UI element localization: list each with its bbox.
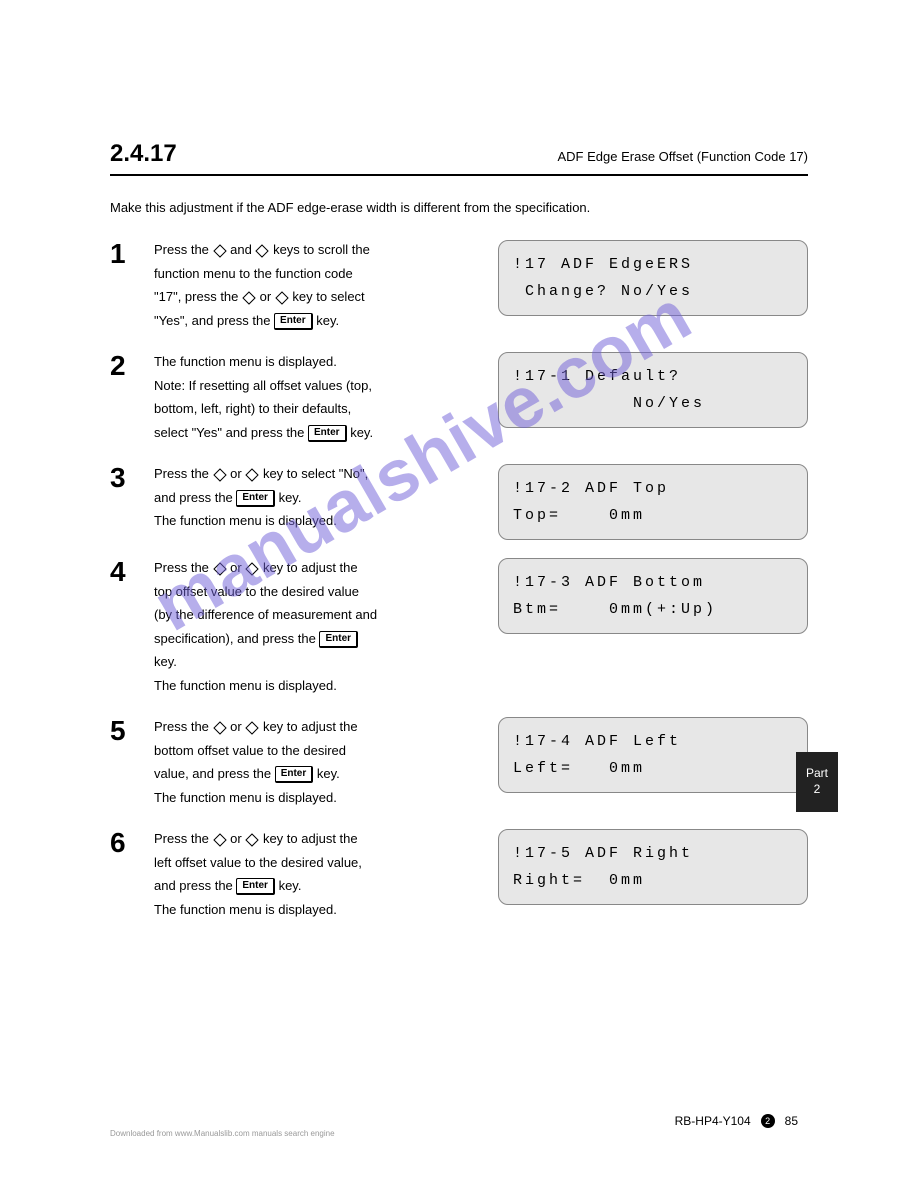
step-line: The function menu is displayed.	[154, 352, 484, 372]
step-line: value, and press the Enter key.	[154, 764, 484, 784]
step-text: Press the and keys to scroll the function…	[154, 240, 484, 334]
step-row: 2 The function menu is displayed. Note: If…	[110, 352, 808, 446]
diamond-key-icon	[213, 468, 227, 482]
enter-key-icon: Enter	[319, 631, 358, 648]
lcd-screen: !17-3 ADF Bottom Btm= 0mm(+:Up)	[498, 558, 808, 634]
lcd-screen: !17 ADF EdgeERS Change? No/Yes	[498, 240, 808, 316]
step-line: (by the difference of measurement and	[154, 605, 484, 625]
diamond-key-icon	[245, 833, 259, 847]
page-header: 2.4.17 ADF Edge Erase Offset (Function C…	[110, 140, 808, 176]
diamond-key-icon	[242, 291, 256, 305]
step-text: Press the or key to adjust the left offse…	[154, 829, 484, 923]
step-line: Press the or key to adjust the	[154, 558, 484, 578]
enter-key-icon: Enter	[308, 425, 347, 442]
diamond-key-icon	[245, 562, 259, 576]
lcd-screen: !17-5 ADF Right Right= 0mm	[498, 829, 808, 905]
diamond-key-icon	[245, 468, 259, 482]
diamond-key-icon	[213, 562, 227, 576]
step-row: 3 Press the or key to select "No", and pre…	[110, 464, 808, 540]
step-number: 2	[110, 352, 140, 380]
step-display: !17-1 Default? No/Yes	[498, 352, 808, 428]
step-row: 1 Press the and keys to scroll the functio…	[110, 240, 808, 334]
step-display: !17-4 ADF Left Left= 0mm	[498, 717, 808, 793]
step-line: Press the or key to adjust the	[154, 717, 484, 737]
step-line: "17", press the or key to select	[154, 287, 484, 307]
step-text: Press the or key to adjust the top offset…	[154, 558, 484, 699]
diamond-key-icon	[213, 244, 227, 258]
step-line: bottom, left, right) to their defaults,	[154, 399, 484, 419]
step-display: !17-5 ADF Right Right= 0mm	[498, 829, 808, 905]
lcd-screen: !17-2 ADF Top Top= 0mm	[498, 464, 808, 540]
diamond-key-icon	[245, 721, 259, 735]
side-tab: Part 2	[796, 752, 838, 812]
step-line: function menu to the function code	[154, 264, 484, 284]
steps-container: 1 Press the and keys to scroll the functio…	[110, 240, 808, 941]
step-text: Press the or key to adjust the bottom off…	[154, 717, 484, 811]
side-tab-label: Part	[796, 766, 838, 782]
diamond-key-icon	[255, 244, 269, 258]
side-tab-number: 2	[796, 782, 838, 798]
step-line: select "Yes" and press the Enter key.	[154, 423, 484, 443]
section-number: 2.4.17	[110, 140, 177, 168]
step-number: 4	[110, 558, 140, 586]
page-number: 85	[785, 1114, 798, 1128]
enter-key-icon: Enter	[275, 766, 314, 783]
step-line: bottom offset value to the desired	[154, 741, 484, 761]
step-number: 3	[110, 464, 140, 492]
step-text: Press the or key to select "No", and pres…	[154, 464, 484, 535]
step-number: 1	[110, 240, 140, 268]
step-number: 5	[110, 717, 140, 745]
step-line: The function menu is displayed.	[154, 788, 484, 808]
enter-key-icon: Enter	[236, 490, 275, 507]
step-display: !17-3 ADF Bottom Btm= 0mm(+:Up)	[498, 558, 808, 634]
step-text: The function menu is displayed. Note: If …	[154, 352, 484, 446]
diamond-key-icon	[213, 721, 227, 735]
diamond-key-icon	[213, 833, 227, 847]
step-row: 5 Press the or key to adjust the bottom of…	[110, 717, 808, 811]
enter-key-icon: Enter	[236, 878, 275, 895]
step-line: Press the or key to adjust the	[154, 829, 484, 849]
step-line: Press the and keys to scroll the	[154, 240, 484, 260]
page-section-dot: 2	[761, 1114, 775, 1128]
step-line: "Yes", and press the Enter key.	[154, 311, 484, 331]
step-line: The function menu is displayed.	[154, 900, 484, 920]
enter-key-icon: Enter	[274, 313, 313, 330]
diamond-key-icon	[275, 291, 289, 305]
step-display: !17 ADF EdgeERS Change? No/Yes	[498, 240, 808, 316]
fine-print: Downloaded from www.Manualslib.com manua…	[110, 1129, 335, 1138]
lcd-screen: !17-1 Default? No/Yes	[498, 352, 808, 428]
step-number: 6	[110, 829, 140, 857]
footer: RB-HP4-Y104 2 85	[675, 1114, 798, 1128]
step-line: Press the or key to select "No",	[154, 464, 484, 484]
step-row: 4 Press the or key to adjust the top offse…	[110, 558, 808, 699]
step-line: specification), and press the Enter	[154, 629, 484, 649]
footer-code: RB-HP4-Y104	[675, 1114, 751, 1128]
step-line: The function menu is displayed.	[154, 676, 484, 696]
step-line: and press the Enter key.	[154, 876, 484, 896]
step-line: top offset value to the desired value	[154, 582, 484, 602]
section-title: ADF Edge Erase Offset (Function Code 17)	[558, 149, 809, 164]
step-row: 6 Press the or key to adjust the left offs…	[110, 829, 808, 923]
step-line: The function menu is displayed.	[154, 511, 484, 531]
intro-text: Make this adjustment if the ADF edge-era…	[110, 200, 808, 215]
lcd-screen: !17-4 ADF Left Left= 0mm	[498, 717, 808, 793]
step-line: left offset value to the desired value,	[154, 853, 484, 873]
step-line: Note: If resetting all offset values (to…	[154, 376, 484, 396]
step-line: and press the Enter key.	[154, 488, 484, 508]
step-line: key.	[154, 652, 484, 672]
step-display: !17-2 ADF Top Top= 0mm	[498, 464, 808, 540]
